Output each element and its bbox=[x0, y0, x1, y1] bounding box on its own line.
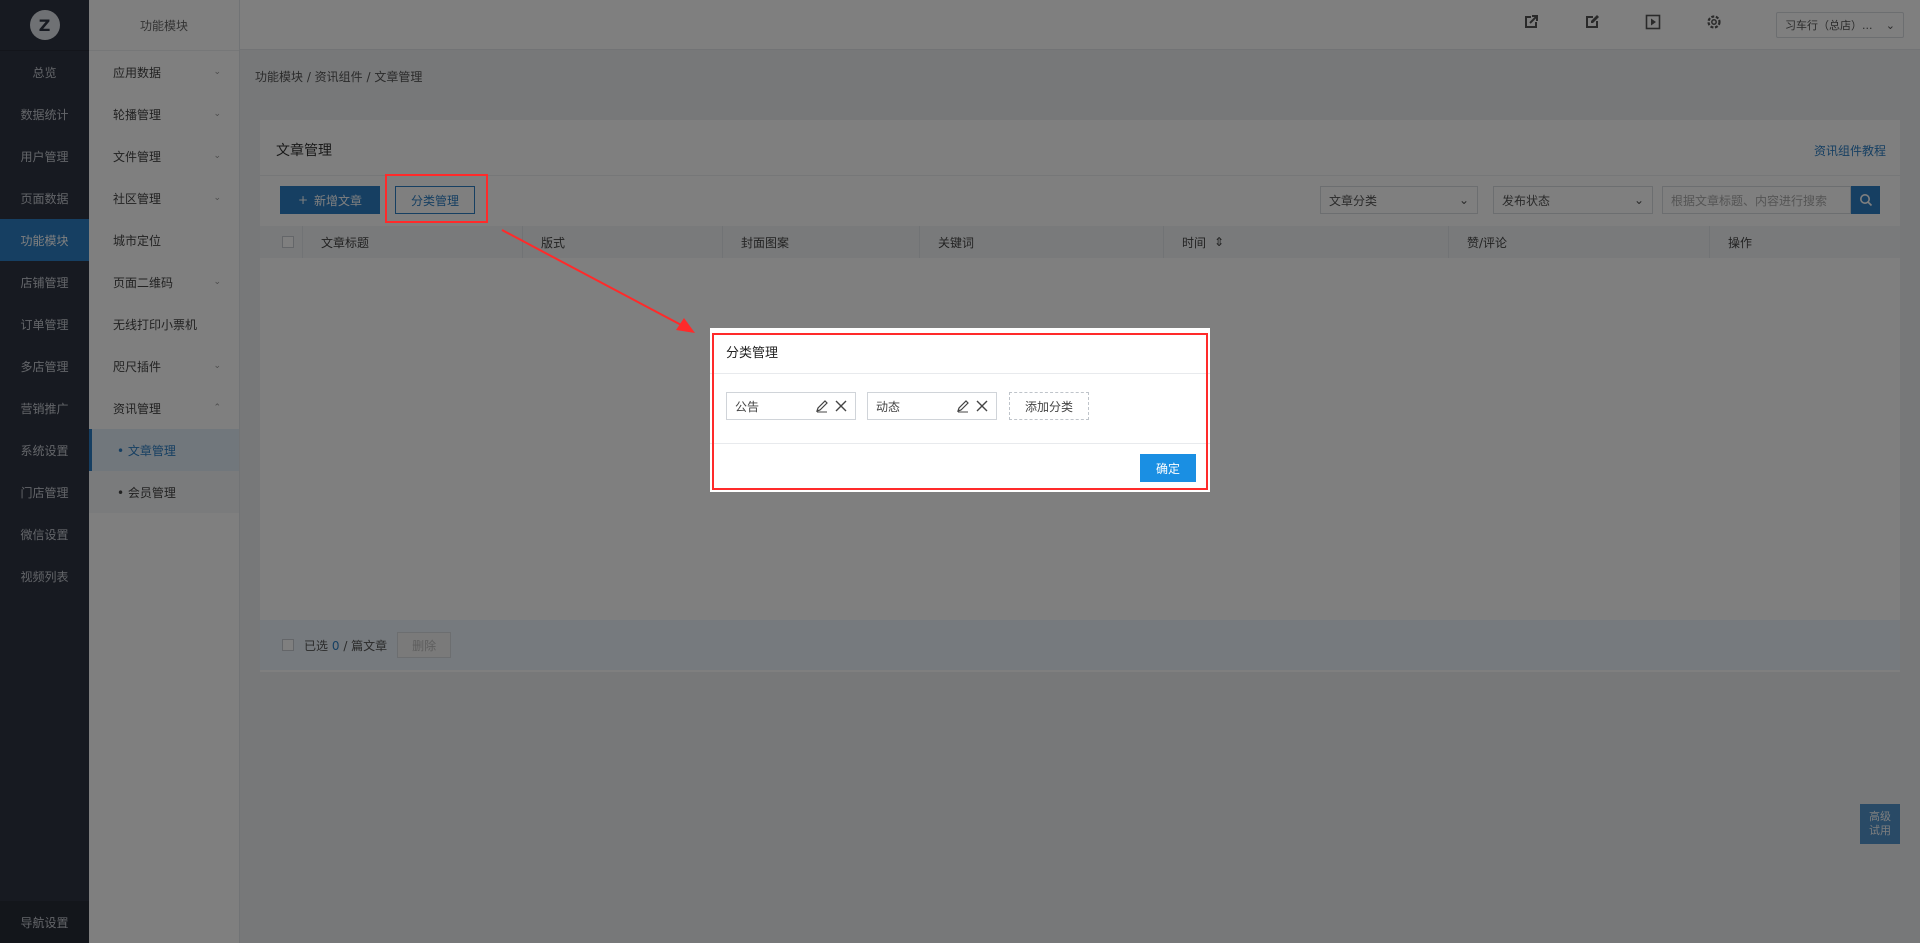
highlight-box-dialog bbox=[712, 333, 1208, 490]
